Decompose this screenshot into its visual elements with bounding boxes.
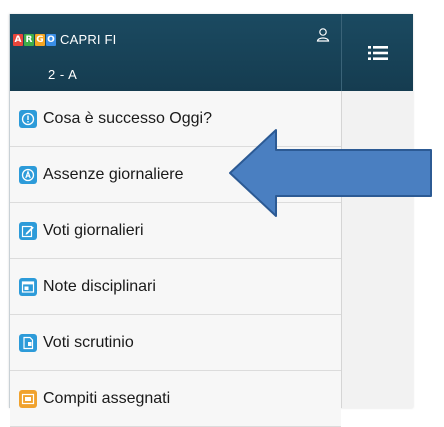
hamburger-icon [368,45,388,60]
menu-item-label: Voti scrutinio [43,333,134,351]
user-switch-icon[interactable] [315,27,331,43]
pointer-arrow [229,129,432,217]
menu-item-scrutinio[interactable]: Voti scrutinio [10,315,341,371]
note-icon [19,277,37,296]
absence-icon [19,165,37,184]
menu-item-label: Cosa è successo Oggi? [43,109,212,127]
logo-letter: R [24,33,34,46]
menu-item-label: Assenze giornaliere [43,165,184,183]
argo-logo: A R G O [13,33,56,46]
menu-item-note[interactable]: Note disciplinari [10,259,341,315]
logo-letter: A [13,33,23,46]
menu-item-compiti[interactable]: Compiti assegnati [10,371,341,427]
logo-letter: G [35,33,45,46]
info-icon [19,109,37,128]
edit-grade-icon [19,221,37,240]
brand: A R G O CAPRI FI [13,32,117,47]
report-icon [19,333,37,352]
homework-icon [19,389,37,408]
app-header: A R G O CAPRI FI 2 - A [10,14,413,91]
menu-item-label: Compiti assegnati [43,389,171,407]
menu-toggle-button[interactable] [341,14,414,91]
class-name: 2 - A [48,67,78,82]
menu-item-label: Note disciplinari [43,277,156,295]
logo-letter: O [46,33,56,46]
menu-item-label: Voti giornalieri [43,221,144,239]
school-name: CAPRI FI [60,32,117,47]
